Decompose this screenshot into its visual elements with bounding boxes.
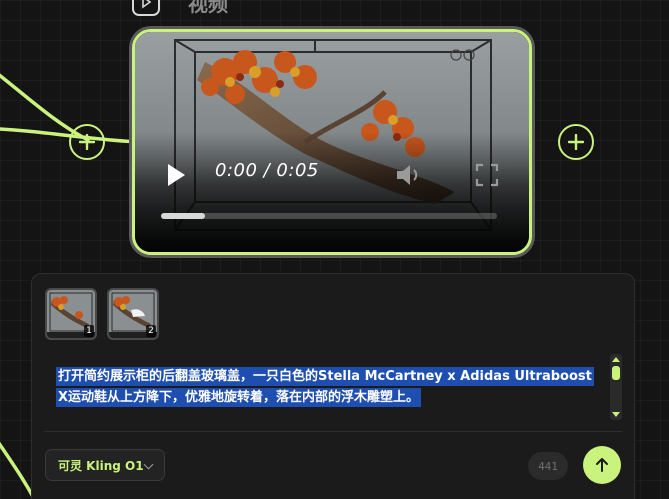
chevron-down-icon <box>143 459 154 470</box>
panel-divider <box>44 431 622 432</box>
prompt-text-content: 打开简约展示柜的后翻盖玻璃盖，一只白色的Stella McCartney x A… <box>56 367 594 407</box>
scroll-up-icon[interactable] <box>612 357 620 362</box>
model-selector[interactable]: 可灵 Kling O1 <box>45 449 165 481</box>
credits-badge: 441 <box>528 452 568 480</box>
scroll-thumb[interactable] <box>612 366 620 380</box>
add-output-port-button[interactable] <box>558 124 594 160</box>
prompt-panel: 1 2 打开简约展示柜的后翻盖玻璃盖，一只白色的Stella McCartney… <box>31 273 635 499</box>
video-progress-fill <box>161 213 205 219</box>
plus-icon <box>79 134 95 150</box>
scroll-down-icon[interactable] <box>612 412 620 417</box>
video-node-card[interactable]: 0:00 / 0:05 <box>129 26 535 258</box>
video-node-header: 视频 <box>132 0 228 18</box>
plus-icon <box>568 134 584 150</box>
video-node-title: 视频 <box>188 0 228 16</box>
thumbnail-index-badge: 2 <box>146 325 156 337</box>
time-display: 0:00 / 0:05 <box>215 160 319 181</box>
fullscreen-icon[interactable] <box>475 163 499 187</box>
video-node-icon <box>132 0 160 16</box>
model-selector-label: 可灵 Kling O1 <box>58 458 144 473</box>
workflow-canvas[interactable]: 视频 0:00 / 0:05 1 2 打开简约展示柜的后翻盖玻璃盖，一只白色的S… <box>0 0 669 499</box>
volume-icon[interactable] <box>393 160 423 190</box>
reference-image-thumbnail[interactable]: 2 <box>107 288 159 340</box>
video-player[interactable]: 0:00 / 0:05 <box>132 29 532 255</box>
reference-image-thumbnail[interactable]: 1 <box>45 288 97 340</box>
prompt-textarea[interactable]: 打开简约展示柜的后翻盖玻璃盖，一只白色的Stella McCartney x A… <box>56 366 596 408</box>
add-input-port-button[interactable] <box>69 124 105 160</box>
controls-gradient <box>135 132 529 252</box>
video-progress-bar[interactable] <box>161 213 497 219</box>
thumbnail-index-badge: 1 <box>84 325 94 337</box>
play-icon[interactable] <box>165 162 187 188</box>
send-button[interactable] <box>583 446 621 484</box>
prompt-scrollbar[interactable] <box>610 354 622 420</box>
arrow-up-icon <box>596 458 608 472</box>
